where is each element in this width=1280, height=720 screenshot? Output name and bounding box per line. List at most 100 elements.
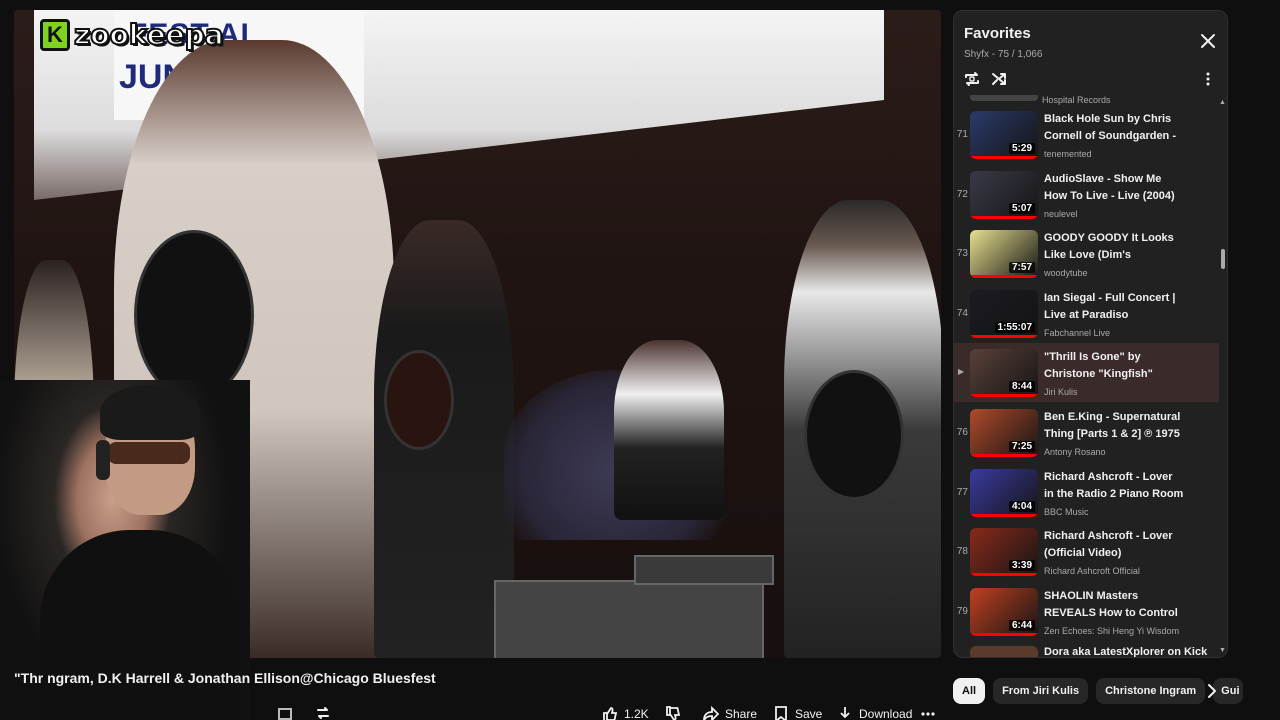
- playlist-item[interactable]: 74 1:55:07 Ian Siegal - Full Concert | Liv…: [954, 284, 1219, 343]
- dislike-button[interactable]: [665, 706, 681, 720]
- item-duration: 5:29: [1008, 143, 1035, 154]
- logo-k-icon: K: [40, 18, 70, 51]
- filter-chip[interactable]: All: [953, 678, 986, 704]
- partial-item-title[interactable]: Dora aka LatestXplorer on Kick: [1044, 646, 1207, 657]
- now-playing-icon: ▶: [958, 367, 965, 377]
- playlist-panel: Favorites Shyfx - 75 / 1,066 Hospital Re…: [953, 10, 1228, 658]
- scroll-down-icon[interactable]: ▼: [1219, 647, 1226, 654]
- item-channel: neulevel: [1044, 208, 1078, 219]
- item-duration: 8:44: [1008, 381, 1035, 393]
- previous-item-thumbnail[interactable]: [970, 95, 1038, 101]
- item-title[interactable]: Richard Ashcroft - Lover (Official Video…: [1044, 528, 1184, 562]
- zookeepa-logo: K zookeepa: [40, 17, 225, 52]
- item-thumbnail[interactable]: 8:44: [970, 349, 1038, 398]
- playlist-scrollbar[interactable]: ▲ ▼: [1219, 99, 1227, 657]
- item-channel: Richard Ashcroft Official: [1044, 566, 1140, 577]
- item-thumbnail[interactable]: 7:57: [970, 230, 1038, 279]
- thumbs-up-icon: [603, 707, 618, 720]
- watched-progress-bar: [970, 513, 1038, 517]
- item-title[interactable]: Ian Siegal - Full Concert | Live at Para…: [1044, 290, 1184, 324]
- item-duration: 1:55:07: [994, 321, 1035, 333]
- item-title[interactable]: AudioSlave - Show Me How To Live - Live …: [1044, 171, 1184, 205]
- item-thumbnail[interactable]: 1:55:07: [970, 289, 1038, 338]
- more-actions-button[interactable]: [920, 706, 936, 720]
- item-title[interactable]: GOODY GOODY It Looks Like Love (Dim's Co…: [1044, 230, 1184, 264]
- item-duration: 4:04: [1008, 500, 1035, 512]
- guitarist-middle: [374, 220, 514, 658]
- watched-progress-bar: [970, 573, 1038, 577]
- streamer-hair: [100, 385, 200, 440]
- playlist-subtitle[interactable]: Shyfx - 75 / 1,066: [964, 49, 1042, 60]
- previous-item-channel: Hospital Records: [1042, 95, 1111, 105]
- item-thumbnail[interactable]: 4:04: [970, 468, 1038, 517]
- item-index: 73: [956, 248, 968, 260]
- item-channel: BBC Music: [1044, 506, 1089, 517]
- close-icon[interactable]: [1200, 33, 1216, 49]
- playlist-item[interactable]: 72 5:07 AudioSlave - Show Me How To Live -…: [954, 165, 1219, 224]
- save-button[interactable]: Save: [773, 706, 822, 720]
- download-button[interactable]: Download: [837, 706, 912, 720]
- playlist-menu-icon[interactable]: [1200, 71, 1216, 87]
- repost-icon[interactable]: [315, 706, 331, 720]
- item-index: 72: [956, 188, 968, 200]
- save-label: Save: [795, 707, 823, 720]
- playlist-items: Hospital Records 71 5:29 Black Hole Sun by…: [954, 95, 1219, 657]
- loop-icon[interactable]: [964, 71, 980, 87]
- like-button[interactable]: 1.2K: [602, 706, 649, 720]
- scroll-up-icon[interactable]: ▲: [1219, 99, 1226, 106]
- playlist-item[interactable]: 76 7:25 Ben E.King - Supernatural Thing [P…: [954, 403, 1219, 462]
- item-thumbnail[interactable]: 3:39: [970, 528, 1038, 577]
- drummer: [614, 340, 724, 520]
- share-button[interactable]: Share: [703, 706, 757, 720]
- amp-right: [634, 555, 774, 585]
- item-index: 77: [956, 486, 968, 498]
- watched-progress-bar: [970, 454, 1038, 457]
- chevron-right-icon[interactable]: [1204, 682, 1220, 700]
- scrollbar-thumb[interactable]: [1221, 249, 1225, 269]
- item-title[interactable]: Ben E.King - Supernatural Thing [Parts 1…: [1044, 409, 1184, 443]
- item-title[interactable]: "Thrill Is Gone" by Christone "Kingfish"…: [1044, 349, 1184, 383]
- playlist-item[interactable]: 78 3:39 Richard Ashcroft - Lover (Official…: [954, 522, 1219, 581]
- item-duration: 6:44: [1008, 619, 1035, 631]
- watched-progress-bar: [970, 334, 1038, 338]
- thumbs-down-icon: [666, 706, 681, 720]
- filter-chip[interactable]: Christone Ingram: [1096, 678, 1206, 704]
- partial-item-thumbnail[interactable]: [970, 646, 1038, 657]
- filter-chips: All From Jiri Kulis Christone Ingram Gui: [953, 678, 1244, 704]
- item-channel: tenemented: [1044, 149, 1092, 159]
- item-duration: 7:25: [1008, 441, 1035, 452]
- item-index: 74: [956, 307, 968, 319]
- streamer-body: [40, 530, 240, 720]
- item-index: 79: [956, 605, 968, 617]
- playlist-item[interactable]: 73 7:57 GOODY GOODY It Looks Like Love (Di…: [954, 224, 1219, 283]
- item-channel: Zen Echoes: Shi Heng Yi Wisdom: [1044, 625, 1180, 636]
- item-duration: 3:39: [1008, 560, 1035, 572]
- item-duration: 7:57: [1008, 262, 1035, 274]
- item-thumbnail[interactable]: 5:29: [970, 111, 1038, 159]
- item-channel: Fabchannel Live: [1044, 327, 1111, 338]
- like-count: 1.2K: [624, 707, 649, 720]
- logo-text: zookeepa: [73, 17, 225, 52]
- item-title[interactable]: Richard Ashcroft - Lover in the Radio 2 …: [1044, 469, 1184, 503]
- webcam-overlay: [0, 380, 250, 720]
- playlist-item[interactable]: ▶ 8:44 "Thrill Is Gone" by Christone "King…: [954, 343, 1219, 403]
- item-channel: Antony Rosano: [1044, 447, 1106, 457]
- item-thumbnail[interactable]: 5:07: [970, 170, 1038, 219]
- playlist-item[interactable]: 71 5:29 Black Hole Sun by Chris Cornell of…: [954, 105, 1219, 164]
- playlist-item[interactable]: 77 4:04 Richard Ashcroft - Lover in the Ra…: [954, 463, 1219, 522]
- item-title[interactable]: Black Hole Sun by Chris Cornell of Sound…: [1044, 111, 1184, 145]
- item-thumbnail[interactable]: 6:44: [970, 587, 1038, 636]
- share-label: Share: [725, 707, 758, 720]
- shuffle-icon[interactable]: [991, 71, 1007, 87]
- playlist-item[interactable]: 79 6:44 SHAOLIN Masters REVEALS How to Con…: [954, 582, 1219, 641]
- filter-chip[interactable]: From Jiri Kulis: [993, 678, 1089, 704]
- guitar-middle: [384, 350, 454, 450]
- sunglasses: [108, 442, 190, 464]
- download-label: Download: [859, 707, 913, 720]
- item-title[interactable]: SHAOLIN Masters REVEALS How to Control t…: [1044, 588, 1184, 622]
- miniplayer-icon[interactable]: [278, 708, 292, 720]
- item-thumbnail[interactable]: 7:25: [970, 409, 1038, 457]
- watched-progress-bar: [970, 215, 1038, 219]
- playlist-title[interactable]: Favorites: [964, 25, 1031, 42]
- item-index: 76: [956, 427, 968, 438]
